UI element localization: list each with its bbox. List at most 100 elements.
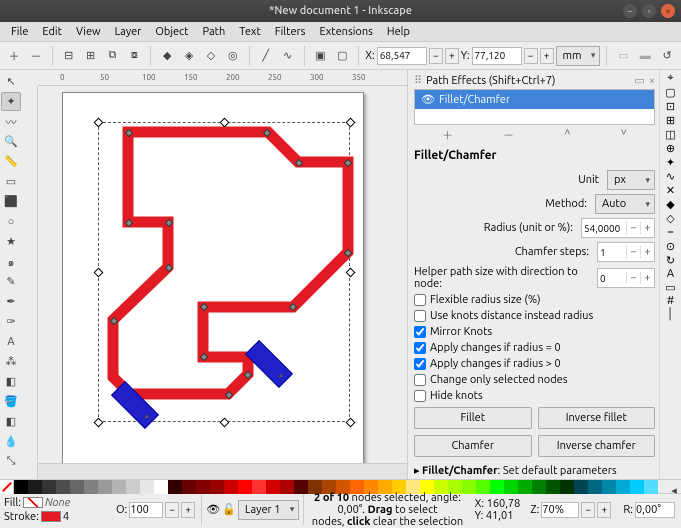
show-clip-icon[interactable]: ▭ [613,46,633,66]
node-y-input[interactable] [472,47,522,65]
snap-rot-center-icon[interactable]: ↻ [666,254,675,267]
color-swatch[interactable] [42,480,56,494]
color-swatch[interactable] [630,480,644,494]
selector-tool-icon[interactable]: ↖ [1,72,21,91]
inverse-fillet-button[interactable]: Inverse fillet [538,407,656,429]
menu-path[interactable]: Path [196,24,233,40]
snap-line-mid-icon[interactable]: ⎯ [668,226,674,239]
panel-undock-icon[interactable]: ▭ [634,74,644,87]
stroke-to-path-icon[interactable]: ▢ [332,46,352,66]
opacity-dec-button[interactable]: − [165,502,179,518]
chamfer-button[interactable]: Chamfer [414,435,532,457]
panel-close-icon[interactable]: × [649,75,655,87]
color-swatch[interactable] [56,480,70,494]
node-x-input[interactable] [377,47,427,65]
paintbucket-tool-icon[interactable]: 🪣 [1,392,21,411]
zoom-tool-icon[interactable]: 🔍 [1,132,21,151]
lpe-up-icon[interactable]: ˄ [564,127,570,143]
helper-spinner[interactable]: −+ [597,268,655,288]
defaults-expander[interactable]: ▸ Fillet/Chamfer: Set default parameters [414,460,655,477]
y-inc-button[interactable]: + [540,48,554,64]
color-swatch[interactable] [602,480,616,494]
menu-help[interactable]: Help [380,24,417,40]
menu-file[interactable]: File [4,24,35,40]
layer-selector[interactable]: 👁 🔓 Layer 1 [201,494,304,525]
color-swatch[interactable] [588,480,602,494]
delete-node-icon[interactable]: － [26,46,46,66]
menu-filters[interactable]: Filters [268,24,313,40]
node-smooth-icon[interactable]: ◈ [179,46,199,66]
node-auto-icon[interactable]: ◎ [223,46,243,66]
snap-cusp-icon[interactable]: ◆ [666,198,674,211]
window-close-button[interactable]: × [661,4,675,18]
window-maximize-button[interactable]: ◦ [642,4,656,18]
break-node-icon[interactable]: ⊟ [59,46,79,66]
rect-tool-icon[interactable]: ▭ [1,172,21,191]
snap-center-icon[interactable]: ⊕ [666,142,675,155]
helper-dec-button[interactable]: − [626,272,640,284]
radius-input[interactable] [582,223,626,234]
opacity-input[interactable] [129,502,163,518]
fill-swatch[interactable] [23,497,43,508]
color-swatch[interactable] [168,480,182,494]
color-swatch[interactable] [126,480,140,494]
window-minimize-button[interactable]: – [623,4,637,18]
radius-inc-button[interactable]: + [640,222,654,234]
bezier-tool-icon[interactable]: ✒ [1,292,21,311]
snap-intersect-icon[interactable]: ✕ [666,184,675,197]
color-swatch[interactable] [518,480,532,494]
snap-path-icon[interactable]: ∿ [666,170,675,183]
menu-text[interactable]: Text [232,24,268,40]
tweak-tool-icon[interactable]: 〰 [1,112,21,131]
color-swatch[interactable] [14,480,28,494]
unit-select[interactable]: mm [556,46,601,66]
color-swatch[interactable] [266,480,280,494]
color-swatch[interactable] [252,480,266,494]
flex-radius-checkbox[interactable]: Flexible radius size (%) [414,292,655,308]
menu-extensions[interactable]: Extensions [312,24,379,40]
color-swatch[interactable] [280,480,294,494]
zoom-input[interactable] [541,502,579,518]
segment-curve-icon[interactable]: ∿ [278,46,298,66]
snap-grid-icon[interactable]: # [667,295,674,307]
y-dec-button[interactable]: − [524,48,538,64]
color-swatch[interactable] [490,480,504,494]
color-swatch[interactable] [574,480,588,494]
snap-enable-icon[interactable]: ⌖ [667,72,673,85]
canvas[interactable] [38,86,407,463]
color-swatch[interactable] [560,480,574,494]
snap-page-icon[interactable]: ▭ [665,281,675,294]
menu-view[interactable]: View [69,24,108,40]
next-path-param-icon[interactable]: ↺ [657,46,677,66]
color-swatch[interactable] [112,480,126,494]
lpe-item-fillet-chamfer[interactable]: 👁 Fillet/Chamfer [415,90,654,109]
helper-input[interactable] [598,273,626,284]
snap-bbox-icon[interactable]: ▢ [665,86,675,99]
color-swatch[interactable] [532,480,546,494]
fillet-button[interactable]: Fillet [414,407,532,429]
snap-obj-center-icon[interactable]: ⊙ [666,240,675,253]
lpe-list[interactable]: 👁 Fillet/Chamfer [414,89,655,125]
color-swatch[interactable] [476,480,490,494]
lpe-down-icon[interactable]: ˅ [621,127,627,143]
connector-tool-icon[interactable]: ⤡ [1,452,21,471]
snap-midpoint-icon[interactable]: ◫ [665,128,675,141]
lpe-add-icon[interactable]: ＋ [442,127,453,143]
apply-gt-checkbox[interactable]: Apply changes if radius > 0 [414,356,655,372]
color-swatch[interactable] [98,480,112,494]
color-swatch[interactable] [84,480,98,494]
delete-segment-icon[interactable]: ⧉ [103,46,123,66]
color-swatch[interactable] [238,480,252,494]
node-symmetric-icon[interactable]: ◇ [201,46,221,66]
layer-visibility-icon[interactable]: 👁 [206,503,220,516]
radius-dec-button[interactable]: − [626,222,640,234]
measure-tool-icon[interactable]: 📏 [1,152,21,171]
x-dec-button[interactable]: − [429,48,443,64]
calligraphy-tool-icon[interactable]: ✑ [1,312,21,331]
spiral-tool-icon[interactable]: ๑ [1,252,21,271]
apply-zero-checkbox[interactable]: Apply changes if radius = 0 [414,340,655,356]
text-tool-icon[interactable]: A [1,332,21,351]
stroke-swatch[interactable] [41,511,61,522]
spray-tool-icon[interactable]: ⁂ [1,352,21,371]
layer-lock-icon[interactable]: 🔓 [222,503,236,516]
